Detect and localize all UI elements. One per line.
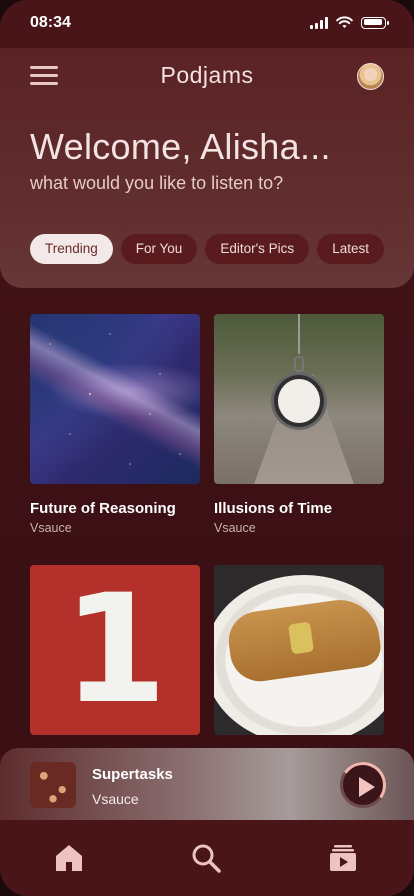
now-playing-artwork (30, 762, 76, 808)
podcast-card[interactable]: Future of Reasoning Vsauce (30, 314, 200, 535)
podcast-card[interactable]: Illusions of Time Vsauce (214, 314, 384, 535)
chip-trending[interactable]: Trending (30, 234, 113, 264)
podcast-card[interactable]: 1 (30, 565, 200, 735)
play-icon (359, 777, 375, 797)
chip-editors-pics[interactable]: Editor's Pics (205, 234, 310, 264)
search-icon[interactable] (190, 842, 222, 874)
library-icon[interactable] (327, 842, 359, 874)
welcome-subtitle: what would you like to listen to? (30, 173, 284, 193)
now-playing-title: Supertasks (92, 766, 173, 783)
podcast-grid: Future of Reasoning Vsauce Illusions of … (30, 314, 384, 735)
podcast-cover-number-one: 1 (30, 565, 200, 735)
podcast-cover-pocket-watch (214, 314, 384, 484)
now-playing-bar[interactable]: Supertasks Vsauce (0, 748, 414, 820)
battery-icon (361, 16, 389, 29)
podcast-author: Vsauce (214, 521, 256, 535)
status-time: 08:34 (30, 14, 71, 31)
podcast-cover-dinner-plate (214, 565, 384, 735)
podcast-card[interactable] (214, 565, 384, 735)
status-icons (310, 16, 389, 29)
home-icon[interactable] (53, 842, 85, 874)
podcast-title: Future of Reasoning (30, 500, 176, 517)
app-title: Podjams (160, 62, 254, 88)
avatar[interactable] (357, 63, 384, 90)
now-playing-author: Vsauce (92, 791, 139, 807)
podcast-author: Vsauce (30, 521, 72, 535)
app-screen: 08:34 Podjams Welcome, Alisha... what wo… (0, 0, 414, 896)
podcast-title: Illusions of Time (214, 500, 333, 517)
category-chips: Trending For You Editor's Pics Latest (30, 234, 384, 264)
cellular-signal-icon (310, 16, 328, 29)
wifi-icon (336, 16, 353, 28)
status-bar: 08:34 (0, 0, 414, 48)
tab-bar (0, 820, 414, 896)
chip-latest[interactable]: Latest (317, 234, 384, 264)
chip-for-you[interactable]: For You (120, 234, 198, 264)
podcast-cover-milky-way (30, 314, 200, 484)
welcome-heading: Welcome, Alisha... (30, 126, 331, 167)
play-button[interactable] (336, 758, 390, 812)
